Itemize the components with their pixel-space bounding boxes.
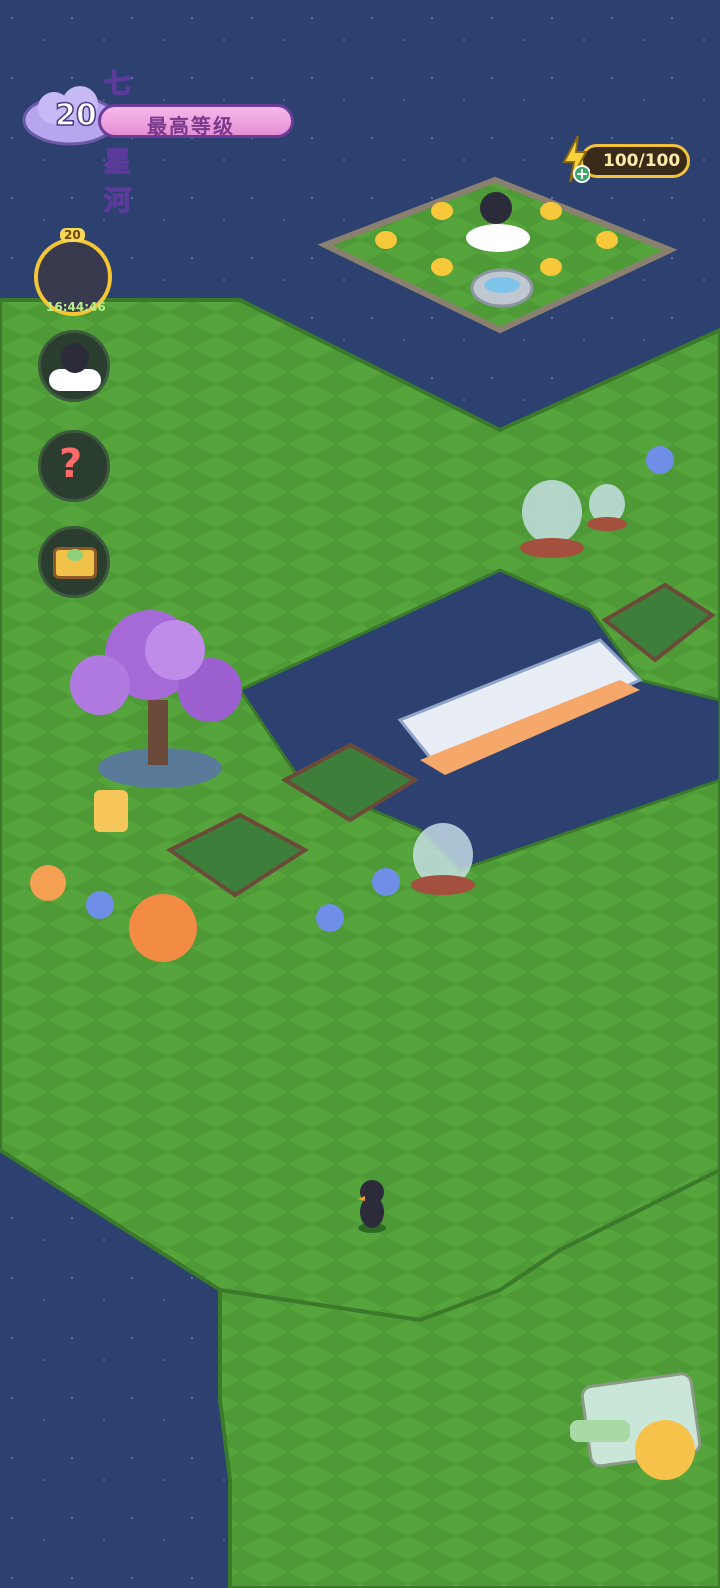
help-icon[interactable]: ?: [38, 430, 110, 502]
level-number: 20: [54, 97, 97, 134]
companion-bird-icon[interactable]: [38, 330, 110, 402]
fire-flower[interactable]: [30, 865, 66, 901]
level-status-bar: 最高等级: [98, 104, 294, 138]
energy-bolt-icon[interactable]: [560, 134, 590, 184]
treasure-chest-icon[interactable]: [38, 526, 110, 598]
fire-blossom[interactable]: [129, 894, 197, 962]
energy-value: 100/100: [603, 151, 681, 171]
area-title: 七夕星河: [103, 68, 133, 218]
event-timer: 16:44:46: [46, 300, 106, 314]
energy-meter[interactable]: 100/100: [580, 144, 690, 178]
player-character[interactable]: [358, 1180, 386, 1233]
event-level-badge: 20: [60, 228, 85, 242]
game-map[interactable]: [0, 0, 720, 1588]
sky-lantern[interactable]: [94, 790, 128, 832]
level-status-label: 最高等级: [147, 114, 235, 138]
